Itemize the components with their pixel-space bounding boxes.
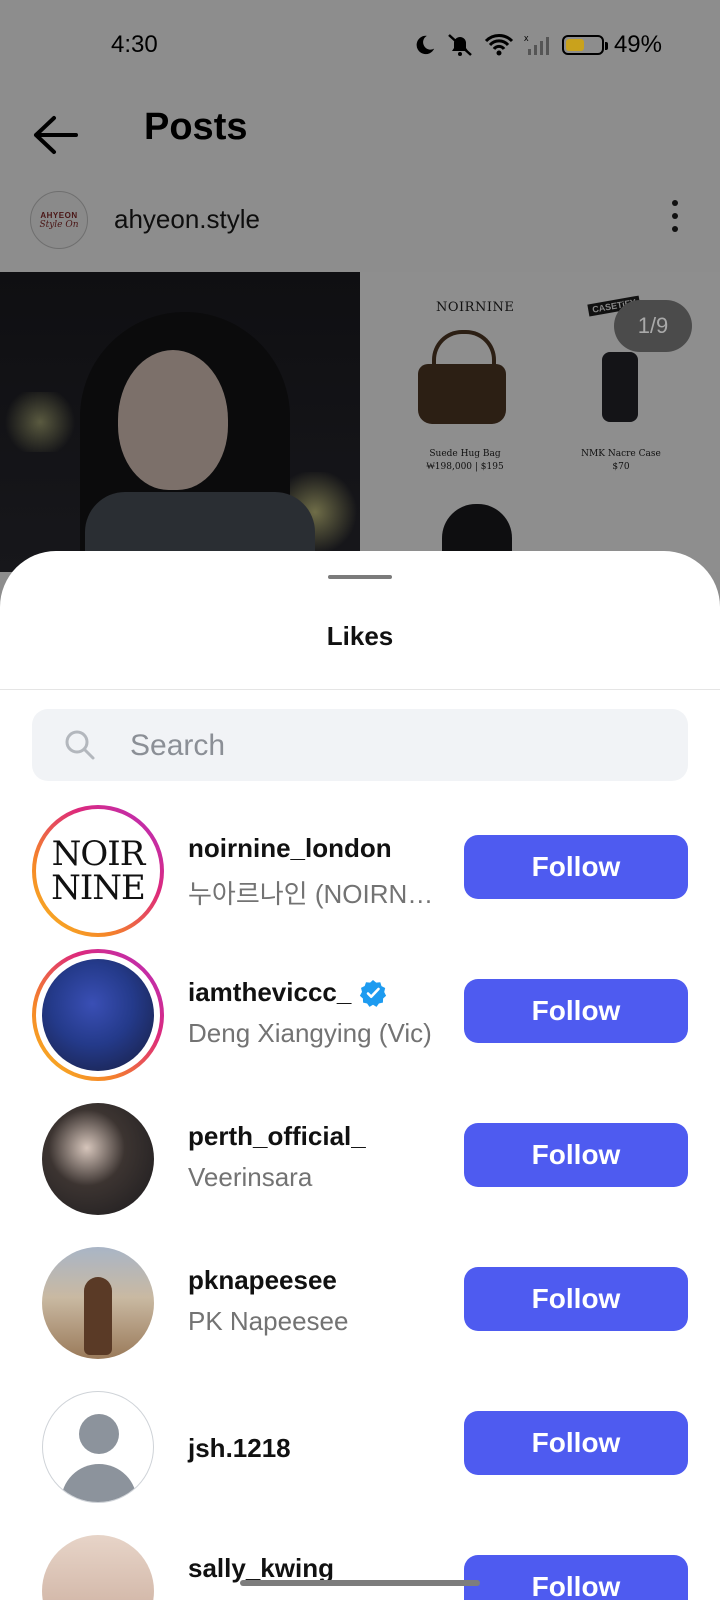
page-title: Posts <box>144 106 248 148</box>
product-caption-bag: Suede Hug Bag ₩198,000 | $195 <box>426 449 504 472</box>
username[interactable]: iamtheviccc_ <box>188 977 351 1008</box>
follow-button[interactable]: Follow <box>464 1411 688 1475</box>
follow-button[interactable]: Follow <box>464 979 688 1043</box>
author-avatar-logo-script: Style On <box>39 219 79 230</box>
post-page-background: 4:30 x 49% Posts AHYEON Style On ahyeon.… <box>0 0 720 620</box>
username[interactable]: jsh.1218 <box>188 1433 438 1464</box>
post-author-row: AHYEON Style On ahyeon.style <box>0 186 720 256</box>
wifi-icon <box>484 34 514 56</box>
full-name: Veerinsara <box>188 1162 313 1192</box>
user-photo <box>42 1247 154 1359</box>
list-item[interactable]: jsh.1218 Follow <box>0 1371 720 1515</box>
follow-button[interactable]: Follow <box>464 1267 688 1331</box>
search-bar[interactable] <box>32 709 688 781</box>
sheet-title: Likes <box>326 621 394 651</box>
sheet-divider <box>0 689 720 690</box>
full-name: PK Napeesee <box>188 1306 349 1336</box>
search-icon <box>65 730 95 760</box>
bag-image <box>418 330 506 424</box>
user-photo <box>42 1535 154 1600</box>
search-input[interactable] <box>128 723 652 769</box>
list-item[interactable]: sally_kwing Follow <box>0 1515 720 1600</box>
likes-bottom-sheet: Likes NOIR NINE noirnine_london 누아르나인 (N… <box>0 551 720 1600</box>
list-item[interactable]: iamtheviccc_ Deng Xiangying (Vic) Follow <box>0 939 720 1083</box>
user-photo <box>42 1103 154 1215</box>
image-counter-badge: 1/9 <box>614 300 692 352</box>
svg-text:x: x <box>524 33 529 43</box>
likes-list: NOIR NINE noirnine_london 누아르나인 (NOIRNIN… <box>0 795 720 1600</box>
follow-button[interactable]: Follow <box>464 835 688 899</box>
dnd-moon-icon <box>416 35 435 55</box>
battery-icon <box>561 35 608 55</box>
verified-badge-icon <box>360 979 387 1007</box>
user-photo <box>42 959 154 1071</box>
username-with-badge[interactable]: iamtheviccc_ <box>188 977 438 1008</box>
list-item[interactable]: pknapeesee PK Napeesee Follow <box>0 1227 720 1371</box>
user-avatar[interactable]: NOIR NINE <box>32 805 164 937</box>
username[interactable]: pknapeesee <box>188 1265 438 1296</box>
full-name: 누아르나인 (NOIRNINE) <box>188 879 438 909</box>
username[interactable]: noirnine_london <box>188 833 438 864</box>
cellular-signal-icon: x <box>524 33 549 55</box>
follow-button[interactable]: Follow <box>464 1123 688 1187</box>
list-item[interactable]: perth_official_ Veerinsara Follow <box>0 1083 720 1227</box>
back-arrow-icon[interactable] <box>30 112 80 158</box>
user-avatar[interactable] <box>32 1237 164 1369</box>
post-photo[interactable] <box>0 272 360 572</box>
follow-button[interactable]: Follow <box>464 1555 688 1600</box>
author-username[interactable]: ahyeon.style <box>114 204 260 235</box>
top-app-bar: Posts <box>0 90 720 180</box>
author-avatar[interactable]: AHYEON Style On <box>30 191 88 249</box>
full-name: Deng Xiangying (Vic) <box>188 1018 432 1048</box>
username[interactable]: perth_official_ <box>188 1121 438 1152</box>
user-avatar[interactable] <box>32 949 164 1081</box>
battery-percent: 49% <box>613 31 662 58</box>
user-avatar[interactable] <box>32 1093 164 1225</box>
sheet-drag-handle[interactable] <box>328 575 392 579</box>
product-caption-case: NMK Nacre Case $70 <box>581 449 661 472</box>
user-avatar[interactable] <box>32 1525 164 1600</box>
author-avatar-logo-text: AHYEON <box>40 210 78 220</box>
noirnine-logo-avatar: NOIR NINE <box>42 815 154 927</box>
status-time: 4:30 <box>111 31 158 58</box>
product-brand-label: NOIRNINE <box>436 300 515 315</box>
more-options-icon[interactable] <box>672 200 680 236</box>
status-bar: 4:30 x 49% <box>0 0 720 90</box>
list-item[interactable]: NOIR NINE noirnine_london 누아르나인 (NOIRNIN… <box>0 795 720 939</box>
user-avatar[interactable] <box>32 1381 164 1513</box>
phone-case-image <box>602 352 638 422</box>
mute-icon <box>448 34 472 56</box>
default-avatar-icon <box>42 1391 154 1503</box>
gesture-nav-bar[interactable] <box>240 1580 480 1586</box>
